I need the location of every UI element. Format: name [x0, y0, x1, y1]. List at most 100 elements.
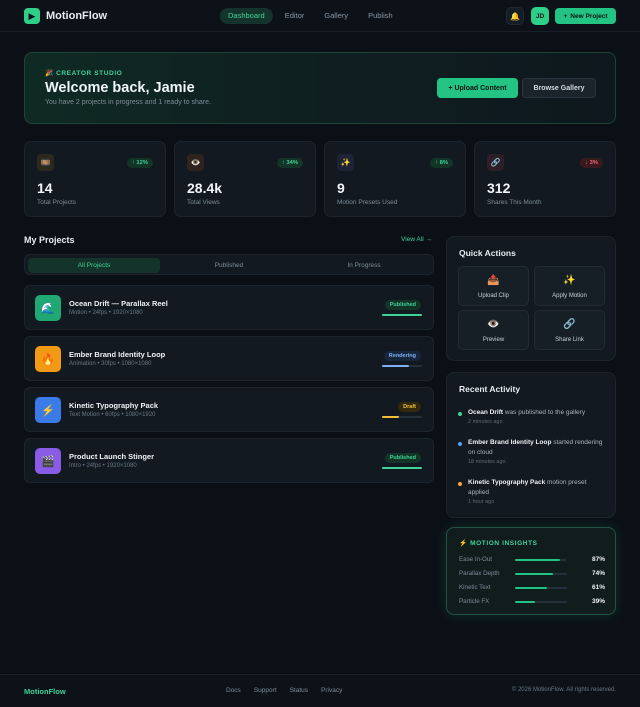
motion-insights-panel: ⚡ MOTION INSIGHTS Ease In-Out 87% Parall…	[446, 527, 616, 615]
filter-tab-in-progress[interactable]: In Progress	[298, 258, 430, 273]
project-row[interactable]: ⚡ Kinetic Typography Pack Text Motion • …	[24, 387, 434, 432]
stat-card-motion-presets: ✨ ↑ 8% 9 Motion Presets Used	[324, 141, 466, 217]
stat-delta: ↑ 12%	[126, 158, 153, 168]
stat-value: 312	[487, 180, 511, 196]
browse-gallery-button[interactable]: Browse Gallery	[522, 78, 596, 98]
plus-icon: +	[563, 12, 568, 20]
project-name: Product Launch Stinger	[69, 452, 155, 461]
insight-row: Ease In-Out 87%	[459, 556, 605, 566]
notifications-bell-icon[interactable]: 🔔	[506, 7, 524, 25]
insight-bar	[515, 559, 567, 561]
insight-value: 61%	[591, 584, 605, 591]
project-meta: Motion • 24fps • 1920×1080	[69, 310, 143, 316]
welcome-title: Welcome back, Jamie	[45, 80, 195, 96]
apply-motion-button[interactable]: ✨ Apply Motion	[534, 266, 605, 306]
project-name: Ember Brand Identity Loop	[69, 350, 166, 359]
nav-tab-publish[interactable]: Publish	[360, 8, 401, 24]
stat-card-total-projects: 🎞️ ↑ 12% 14 Total Projects	[24, 141, 166, 217]
activity-text: Ocean Drift was published to the gallery	[468, 408, 608, 418]
creator-studio-eyebrow: 🎉 CREATOR STUDIO	[45, 70, 123, 77]
app-logo[interactable]: ▶ MotionFlow	[24, 8, 107, 24]
insight-row: Particle FX 39%	[459, 598, 605, 608]
upload-content-button[interactable]: + Upload Content	[437, 78, 518, 98]
recent-activity-panel: Recent Activity Ocean Drift was publishe…	[446, 372, 616, 518]
app-name: MotionFlow	[46, 10, 108, 22]
activity-text: Kinetic Typography Pack motion preset ap…	[468, 478, 608, 498]
sparkles-icon: ✨	[563, 275, 576, 286]
main-nav: Dashboard Editor Gallery Publish	[220, 8, 401, 24]
project-row[interactable]: 🔥 Ember Brand Identity Loop Animation • …	[24, 336, 434, 381]
activity-subject: Ember Brand Identity Loop	[468, 439, 552, 446]
stat-label: Total Views	[187, 199, 220, 206]
footer-link-status[interactable]: Status	[290, 687, 308, 694]
filter-tab-all-projects[interactable]: All Projects	[28, 258, 160, 273]
footer-link-docs[interactable]: Docs	[226, 687, 241, 694]
insight-row: Kinetic Text 61%	[459, 584, 605, 594]
activity-dot	[458, 412, 462, 416]
insight-value: 87%	[591, 556, 605, 563]
project-meta: Animation • 30fps • 1080×1080	[69, 361, 152, 367]
progress-fill	[382, 365, 410, 367]
new-project-button[interactable]: + New Project	[555, 8, 616, 24]
stat-delta: ↑ 8%	[430, 158, 453, 168]
stat-delta: ↑ 34%	[276, 158, 303, 168]
welcome-banner: 🎉 CREATOR STUDIO Welcome back, Jamie You…	[24, 52, 616, 124]
stat-label: Shares This Month	[487, 199, 542, 206]
filter-tab-published[interactable]: Published	[163, 258, 295, 273]
insight-bar-fill	[515, 601, 536, 603]
link-icon: 🔗	[563, 319, 576, 330]
footer-link-privacy[interactable]: Privacy	[321, 687, 342, 694]
nav-tab-dashboard[interactable]: Dashboard	[220, 8, 273, 24]
status-badge: Published	[384, 300, 421, 310]
activity-subject: Kinetic Typography Pack	[468, 479, 546, 486]
preview-button[interactable]: 👁️ Preview	[458, 310, 529, 350]
view-all-link[interactable]: View All →	[401, 236, 432, 243]
wave-icon: 🌊	[35, 295, 61, 321]
insight-row: Parallax Depth 74%	[459, 570, 605, 580]
stat-value: 9	[337, 180, 345, 196]
project-progress-bar	[382, 467, 422, 469]
quick-action-label: Share Link	[555, 337, 584, 343]
activity-dot	[458, 482, 462, 486]
insight-label: Parallax Depth	[459, 570, 500, 577]
sparkles-icon: ✨	[337, 154, 354, 171]
nav-tab-gallery[interactable]: Gallery	[316, 8, 356, 24]
footer-links: Docs Support Status Privacy	[226, 687, 342, 694]
project-row[interactable]: 🌊 Ocean Drift — Parallax Reel Motion • 2…	[24, 285, 434, 330]
eye-icon: 👁️	[187, 154, 204, 171]
stat-delta: ↓ 3%	[580, 158, 603, 168]
clapperboard-icon: 🎬	[35, 448, 61, 474]
status-badge: Published	[384, 453, 421, 463]
status-badge: Rendering	[383, 351, 421, 361]
progress-fill	[382, 416, 399, 418]
stat-label: Total Projects	[37, 199, 77, 206]
project-progress-bar	[382, 365, 422, 367]
upload-icon: 📤	[487, 275, 500, 286]
insight-label: Kinetic Text	[459, 584, 491, 591]
copyright-text: © 2026 MotionFlow. All rights reserved.	[511, 687, 616, 693]
upload-clip-button[interactable]: 📤 Upload Clip	[458, 266, 529, 306]
nav-tab-editor[interactable]: Editor	[277, 8, 313, 24]
activity-time: 1 hour ago	[468, 499, 495, 505]
user-avatar[interactable]: JD	[531, 7, 549, 25]
film-icon: 🎞️	[37, 154, 54, 171]
activity-text: Ember Brand Identity Loop started render…	[468, 438, 608, 458]
project-progress-bar	[382, 314, 422, 316]
share-link-button[interactable]: 🔗 Share Link	[534, 310, 605, 350]
stat-card-shares: 🔗 ↓ 3% 312 Shares This Month	[474, 141, 616, 217]
project-meta: Intro • 24fps • 1920×1080	[69, 463, 137, 469]
quick-action-label: Upload Clip	[477, 293, 510, 299]
project-row[interactable]: 🎬 Product Launch Stinger Intro • 24fps •…	[24, 438, 434, 483]
insight-bar-fill	[515, 573, 554, 575]
eye-icon: 👁️	[487, 319, 500, 330]
project-name: Kinetic Typography Pack	[69, 401, 159, 410]
stat-value: 14	[37, 180, 53, 196]
activity-dot	[458, 442, 462, 446]
insight-label: Particle FX	[459, 598, 490, 605]
footer-link-support[interactable]: Support	[254, 687, 277, 694]
insight-value: 74%	[591, 570, 605, 577]
quick-action-label: Apply Motion	[552, 293, 587, 299]
footer-logo[interactable]: MotionFlow	[24, 687, 66, 696]
insight-value: 39%	[591, 598, 605, 605]
motion-insights-title: ⚡ MOTION INSIGHTS	[459, 540, 538, 547]
